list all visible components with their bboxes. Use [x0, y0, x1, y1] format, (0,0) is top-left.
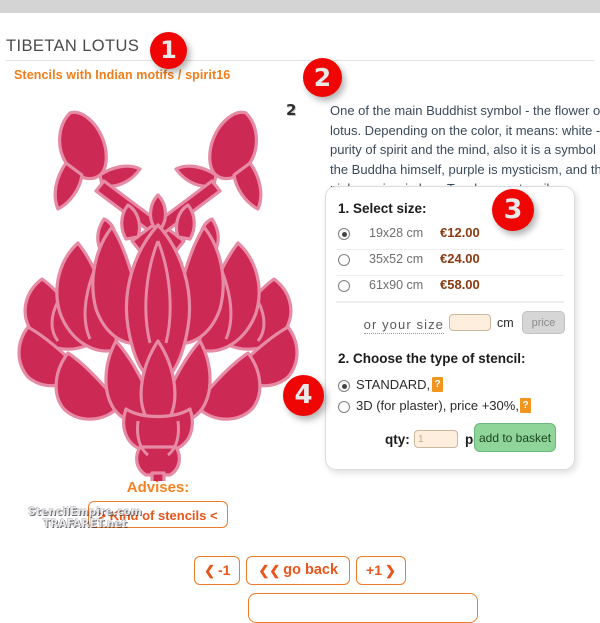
layers-count-icon: 2: [286, 101, 296, 119]
help-icon-standard[interactable]: ?: [432, 377, 443, 392]
calculate-price-button[interactable]: price: [522, 311, 565, 334]
custom-size-unit: cm: [497, 316, 514, 330]
annotation-badge-4: 4: [283, 375, 324, 416]
size-label-3: 61x90 cm: [369, 278, 424, 292]
size-radio-2[interactable]: [338, 254, 350, 266]
size-price-2: €24.00: [440, 251, 480, 266]
stencil-type-label-3d: 3D (for plaster), price +30%,: [356, 398, 519, 413]
size-option-row[interactable]: 19x28 cm €12.00: [336, 223, 564, 250]
order-options-panel: 1. Select size: 19x28 cm €12.00 35x52 cm…: [325, 186, 575, 470]
chevron-right-icon: ❯: [385, 562, 396, 578]
select-size-heading: 1. Select size:: [338, 201, 427, 216]
quantity-input[interactable]: 1: [414, 430, 458, 448]
product-description: One of the main Buddhist symbol - the fl…: [330, 103, 600, 196]
stencil-type-radio-standard[interactable]: [338, 380, 350, 392]
header-divider: [6, 60, 594, 61]
size-price-1: €12.00: [440, 225, 480, 240]
size-radio-1[interactable]: [338, 228, 350, 240]
next-page-button[interactable]: +1 ❯: [356, 555, 406, 585]
stencil-type-heading: 2. Choose the type of stencil:: [338, 351, 526, 366]
product-stencil-image: StencilEmpire.com TRAFARET.net: [8, 91, 308, 530]
go-back-button[interactable]: ❮❮ go back: [246, 555, 351, 585]
size-list-divider: [336, 301, 564, 303]
previous-page-button[interactable]: ❮ -1: [194, 555, 241, 585]
annotation-badge-1: 1: [150, 32, 187, 69]
pagination-bar: ❮ -1 ❮❮ go back +1 ❯: [0, 554, 600, 586]
quantity-label: qty:: [385, 432, 410, 447]
browser-top-bar: [0, 0, 600, 13]
help-icon-3d[interactable]: ?: [520, 398, 531, 413]
size-label-1: 19x28 cm: [369, 226, 424, 240]
custom-size-input[interactable]: [449, 314, 491, 331]
custom-size-row: or your size cm price: [336, 311, 565, 341]
size-radio-3[interactable]: [338, 280, 350, 292]
advises-heading: Advises:: [126, 479, 190, 496]
size-label-2: 35x52 cm: [369, 252, 424, 266]
page-title: TIBETAN LOTUS: [6, 37, 140, 55]
breadcrumb[interactable]: Stencils with Indian motifs / spirit16: [14, 68, 230, 82]
image-watermark: StencilEmpire.com TRAFARET.net: [20, 506, 150, 530]
size-option-row[interactable]: 61x90 cm €58.00: [336, 275, 564, 302]
size-option-row[interactable]: 35x52 cm €24.00: [336, 249, 564, 276]
chevron-left-icon: ❮: [204, 562, 215, 578]
annotation-badge-3: 3: [492, 189, 534, 231]
stencil-type-label-standard: STANDARD,: [356, 377, 431, 392]
watermark-line-2: TRAFARET.net: [42, 518, 128, 530]
previous-page-label: -1: [217, 562, 231, 578]
watermark-line-1: StencilEmpire.com: [28, 506, 142, 518]
next-page-label: +1: [366, 562, 382, 578]
stencil-type-radio-3d[interactable]: [338, 401, 350, 413]
size-price-3: €58.00: [440, 277, 480, 292]
your-size-link[interactable]: or your size: [363, 317, 444, 334]
bottom-panel-cutoff[interactable]: [248, 593, 478, 623]
chevron-double-left-icon: ❮❮: [258, 562, 281, 578]
add-to-basket-button[interactable]: add to basket: [474, 423, 556, 452]
go-back-label: go back: [283, 562, 339, 578]
annotation-badge-2: 2: [303, 58, 342, 97]
product-page: TIBETAN LOTUS Stencils with Indian motif…: [0, 13, 600, 623]
